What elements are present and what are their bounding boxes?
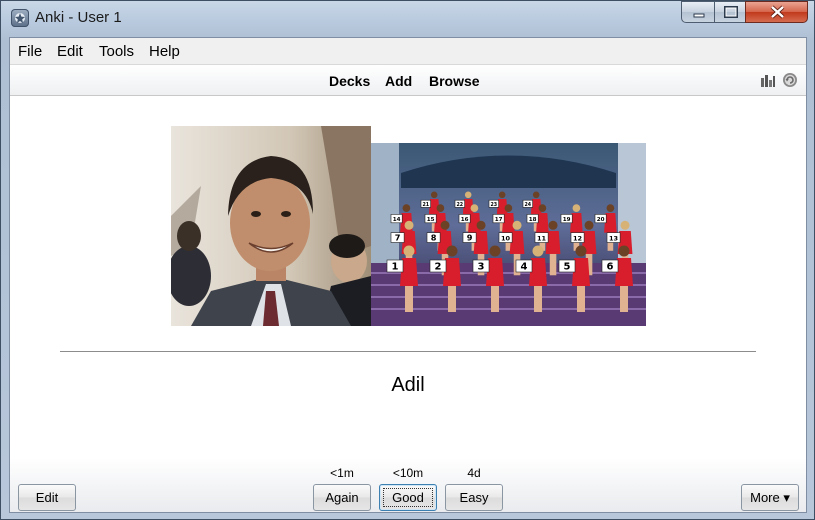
contestant-number: 11 (537, 234, 547, 242)
contestant-number: 1 (392, 262, 399, 273)
title-bar[interactable]: Anki - User 1 (1, 1, 814, 37)
answer-text: Adil (391, 374, 425, 396)
contestant-number: 13 (609, 234, 619, 242)
contestant-number: 12 (573, 234, 582, 242)
contestant-number: 5 (564, 262, 571, 273)
menu-tools[interactable]: Tools (99, 43, 134, 60)
easy-button[interactable]: Easy (445, 484, 503, 511)
contestant-number: 14 (393, 217, 401, 223)
window-title: Anki - User 1 (35, 9, 122, 26)
edit-button[interactable]: Edit (18, 484, 76, 511)
contestant-number: 9 (467, 232, 473, 242)
contestant-number: 23 (490, 202, 497, 208)
menu-edit[interactable]: Edit (57, 43, 83, 60)
menu-help[interactable]: Help (149, 43, 180, 60)
contestant-number: 8 (431, 232, 437, 242)
contestant-number: 15 (427, 217, 435, 223)
contestant-number: 17 (495, 217, 503, 223)
anki-app-icon (11, 9, 29, 27)
contestant-number: 18 (529, 217, 537, 223)
again-button[interactable]: Again (313, 484, 371, 511)
contestant-number: 21 (422, 202, 429, 208)
contestant-number: 3 (478, 262, 485, 273)
pageant-contestants-photo: 21 22 23 24 14 15 16 17 18 19 20 7 8 9 10 11 12 13 1 2 3 4 5 6 (371, 143, 646, 326)
add-link[interactable]: Add (385, 73, 412, 89)
menu-bar: File Edit Tools Help (10, 38, 806, 64)
contestant-number: 4 (521, 262, 528, 273)
contestant-number: 2 (435, 262, 442, 273)
contestant-number: 10 (501, 234, 511, 242)
card-view: 21 22 23 24 14 15 16 17 18 19 20 7 8 9 10 11 12 13 1 2 3 4 5 6 … (10, 96, 806, 458)
contestant-number: 24 (524, 202, 531, 208)
good-interval: <10m (392, 466, 424, 480)
stats-icon[interactable] (760, 72, 776, 88)
review-bottom-bar: Edit <1m Again <10m Good 4d Easy More ▾ (10, 458, 806, 512)
minimize-button[interactable] (681, 1, 715, 23)
decks-link[interactable]: Decks (329, 73, 370, 89)
answer-divider (60, 351, 756, 352)
client-area: File Edit Tools Help Decks Add Browse 21… (9, 37, 807, 513)
main-toolbar: Decks Add Browse (10, 64, 806, 96)
contestant-number: 16 (461, 217, 469, 223)
sync-icon[interactable] (782, 72, 798, 88)
anki-window: Anki - User 1 File Edit Tools Help Decks… (0, 0, 815, 520)
contestant-number: 22 (456, 202, 463, 208)
focus-ring (383, 488, 433, 507)
contestant-number: 20 (597, 217, 605, 223)
portrait-photo (171, 126, 371, 326)
close-button[interactable] (745, 1, 808, 23)
contestant-number: 7 (395, 232, 401, 242)
contestant-number: 19 (563, 217, 571, 223)
again-interval: <1m (330, 466, 354, 480)
maximize-button[interactable] (714, 1, 746, 23)
easy-interval: 4d (467, 466, 481, 480)
menu-file[interactable]: File (18, 43, 42, 60)
browse-link[interactable]: Browse (429, 73, 480, 89)
contestant-number: 6 (607, 262, 614, 273)
good-button[interactable]: Good (379, 484, 437, 511)
more-button[interactable]: More ▾ (741, 484, 799, 511)
